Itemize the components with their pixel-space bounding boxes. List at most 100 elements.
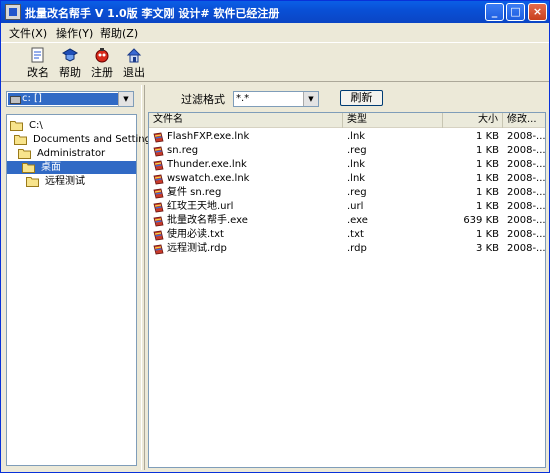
file-icon [153,216,164,227]
tree-item-label: C:\ [29,120,43,131]
file-name: 批量改名帮手.exe [167,215,248,226]
rename-label: 改名 [27,66,49,79]
folder-tree[interactable]: C:\ Documents and Settings Administrator… [6,114,156,466]
list-header: 文件名 类型 大小 修改... [149,113,545,128]
menu-bar: 文件(X) 操作(Y) 帮助(Z) [1,23,549,41]
table-row[interactable]: FlashFXP.exe.lnk .lnk 1 KB 2008-... [149,130,546,144]
file-modified: 2008-... [507,243,546,254]
file-type: .reg [347,145,367,156]
file-type: .lnk [347,173,366,184]
menu-help[interactable]: 帮助(Z) [100,25,138,41]
drive-select[interactable]: c: [] ▼ [6,91,134,107]
chevron-down-icon[interactable]: ▼ [118,92,133,106]
rename-button[interactable]: 改名 [25,45,51,79]
file-modified: 2008-... [507,187,546,198]
file-name: 使用必读.txt [167,229,224,240]
tree-item-label: Documents and Settings [33,134,157,145]
exit-button[interactable]: 退出 [121,45,147,79]
file-icon [153,132,164,143]
tree-item-label: 远程测试 [45,176,85,187]
file-size: 639 KB [463,215,499,226]
filter-value: *.* [236,93,250,104]
file-name: Thunder.exe.lnk [167,159,247,170]
app-icon[interactable] [5,4,21,20]
help-icon [62,48,78,62]
rename-icon [31,47,44,63]
menu-file[interactable]: 文件(X) [9,25,47,41]
exit-icon [126,48,142,63]
file-modified: 2008-... [507,159,546,170]
refresh-button[interactable]: 刷新 [340,90,383,106]
folder-open-icon [14,135,27,145]
table-row[interactable]: sn.reg .reg 1 KB 2008-... [149,144,546,158]
table-row[interactable]: 红玫王天地.url .url 1 KB 2008-... [149,200,546,214]
file-name: FlashFXP.exe.lnk [167,131,250,142]
folder-open-icon [22,163,35,173]
register-button[interactable]: 注册 [89,45,115,79]
file-modified: 2008-... [507,173,546,184]
column-modified[interactable]: 修改... [503,113,545,128]
file-icon [153,244,164,255]
file-name: 红玫王天地.url [167,201,234,212]
file-type: .lnk [347,159,366,170]
table-row[interactable]: 批量改名帮手.exe .exe 639 KB 2008-... [149,214,545,228]
file-size: 1 KB [476,131,499,142]
file-icon [153,146,164,157]
file-size: 1 KB [476,173,499,184]
file-size: 1 KB [476,145,499,156]
chevron-down-icon[interactable]: ▼ [303,92,318,106]
folder-open-icon [18,149,31,159]
file-modified: 2008-... [507,229,546,240]
file-icon [153,174,164,185]
table-row[interactable]: 远程测试.rdp .rdp 3 KB 2008-... [149,242,546,256]
column-type[interactable]: 类型 [343,113,443,128]
file-type: .url [347,201,364,212]
file-type: .lnk [347,131,366,142]
file-name: sn.reg [167,145,199,156]
drive-value: c: [] [8,93,118,105]
register-icon [95,48,109,63]
table-row[interactable]: wswatch.exe.lnk .lnk 1 KB 2008-... [149,172,546,186]
register-label: 注册 [91,66,113,79]
file-type: .txt [347,229,364,240]
help-button[interactable]: 帮助 [57,45,83,79]
file-modified: 2008-... [507,145,546,156]
minimize-button[interactable]: _ [485,3,504,21]
folder-open-icon [10,121,23,131]
table-row[interactable]: 使用必读.txt .txt 1 KB 2008-... [149,228,546,242]
filter-label: 过滤格式 [181,93,225,106]
exit-label: 退出 [123,66,145,79]
file-icon [153,230,164,241]
folder-closed-icon [26,177,39,187]
file-type: .reg [347,187,367,198]
close-button[interactable]: × [528,3,547,21]
column-name[interactable]: 文件名 [149,113,343,128]
file-size: 1 KB [476,159,499,170]
menu-operate[interactable]: 操作(Y) [56,25,93,41]
file-size: 3 KB [476,243,499,254]
file-icon [153,160,164,171]
maximize-button[interactable]: □ [506,3,525,21]
toolbar: 改名 帮助 注册 退出 [1,42,549,82]
tree-item-label: 桌面 [39,161,63,174]
file-size: 1 KB [476,229,499,240]
table-row[interactable]: 复件 sn.reg .reg 1 KB 2008-... [149,186,546,200]
pane-splitter[interactable] [141,85,145,470]
table-row[interactable]: Thunder.exe.lnk .lnk 1 KB 2008-... [149,158,546,172]
window-title: 批量改名帮手 V 1.0版 李文刚 设计# 软件已经注册 [25,7,280,20]
app-window: 批量改名帮手 V 1.0版 李文刚 设计# 软件已经注册 _ □ × 文件(X)… [0,0,550,473]
filter-select[interactable]: *.* ▼ [233,91,319,107]
file-name: wswatch.exe.lnk [167,173,250,184]
file-modified: 2008-... [507,201,546,212]
title-bar[interactable]: 批量改名帮手 V 1.0版 李文刚 设计# 软件已经注册 _ □ × [1,1,549,23]
file-type: .exe [347,215,368,226]
file-size: 1 KB [476,201,499,212]
file-icon [153,202,164,213]
column-size[interactable]: 大小 [443,113,503,128]
file-name: 复件 sn.reg [167,187,222,198]
file-size: 1 KB [476,187,499,198]
file-list[interactable]: 文件名 类型 大小 修改... FlashFXP.exe.lnk .lnk 1 KB… [148,112,546,468]
tree-item-selected[interactable]: 桌面 [7,161,136,174]
file-modified: 2008-... [507,131,546,142]
file-name: 远程测试.rdp [167,243,227,254]
